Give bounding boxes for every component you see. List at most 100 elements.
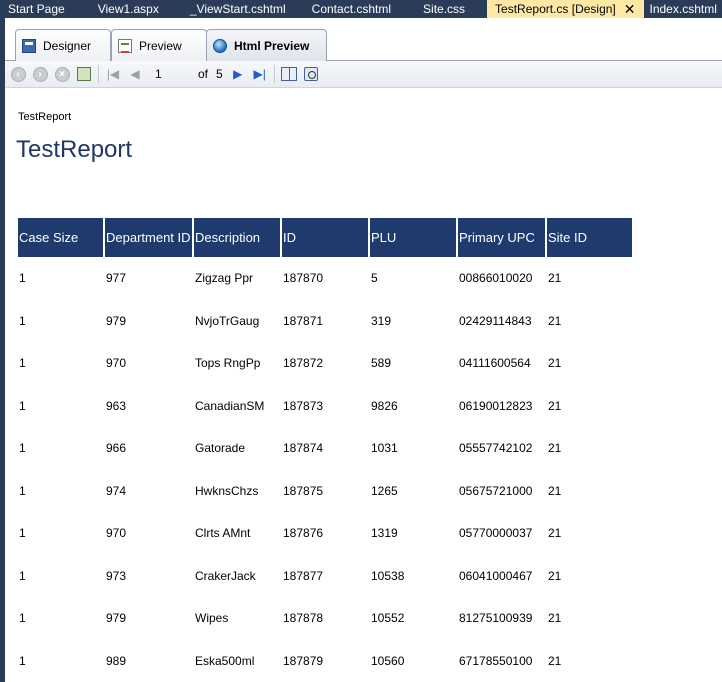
next-page-button[interactable]: ▶ [227, 63, 249, 85]
table-row: 1 979 NvjoTrGaug 187871 319 02429114843 21 [18, 300, 634, 343]
forward-button[interactable]: › [29, 63, 51, 85]
table-cell: 06041000467 [459, 568, 533, 583]
table-cell: 21 [548, 271, 562, 286]
table-cell: 187878 [283, 611, 324, 626]
table-cell: 589 [371, 356, 392, 371]
doc-tab-site-css[interactable]: Site.css [399, 0, 487, 18]
table-cell: 21 [548, 568, 562, 583]
table-cell: 1 [19, 398, 26, 413]
report-header-label: TestReport [18, 111, 72, 123]
doc-tab-contact[interactable]: Contact.cshtml [294, 0, 399, 18]
table-cell: 187870 [283, 271, 324, 286]
tab-designer[interactable]: Designer [15, 29, 111, 61]
table-cell: 1 [19, 483, 26, 498]
find-icon [303, 67, 318, 81]
table-cell: 21 [548, 653, 562, 668]
designer-icon [22, 38, 36, 53]
toolbar-separator [273, 65, 275, 83]
table-cell: 1 [19, 526, 26, 541]
back-icon: ‹ [10, 66, 26, 82]
table-cell: CanadianSM [195, 398, 265, 413]
table-row: 1 966 Gatorade 187874 1031 05557742102 21 [18, 427, 634, 470]
doc-tab-start-page[interactable]: Start Page [0, 0, 73, 18]
report-title: TestReport [16, 136, 133, 163]
table-cell: 187876 [283, 526, 324, 541]
previous-page-icon: ◀ [130, 67, 140, 81]
table-cell: 1 [19, 611, 26, 626]
last-page-button[interactable]: ▶| [249, 63, 271, 85]
first-page-button[interactable]: |◀ [102, 63, 124, 85]
table-cell: 187875 [283, 483, 324, 498]
table-row: 1 970 Clrts AMnt 187876 1319 05770000037 21 [18, 512, 634, 555]
table-row: 1 989 Eska500ml 187879 10560 67178550100 21 [18, 640, 634, 682]
previous-page-button[interactable]: ◀ [124, 63, 146, 85]
doc-tab-viewstart[interactable]: _ViewStart.cshtml [167, 0, 294, 18]
table-cell: 00866010020 [459, 271, 533, 286]
table-cell: 10538 [371, 568, 405, 583]
table-cell: 05770000037 [459, 526, 533, 541]
tab-designer-label: Designer [43, 38, 92, 53]
next-page-icon: ▶ [233, 67, 243, 81]
table-cell: 21 [548, 313, 562, 328]
table-cell: 81275100939 [459, 611, 533, 626]
table-cell: 187872 [283, 356, 324, 371]
document-tab-strip: Start Page View1.aspx _ViewStart.cshtml … [0, 0, 722, 18]
total-pages: 5 [216, 67, 223, 81]
document-map-button[interactable] [278, 63, 300, 85]
table-cell: 1 [19, 313, 26, 328]
table-cell: 977 [106, 271, 127, 286]
table-cell: 1 [19, 568, 26, 583]
table-cell: 21 [548, 483, 562, 498]
refresh-button[interactable] [73, 63, 95, 85]
table-cell: Wipes [195, 611, 229, 626]
table-cell: 05675721000 [459, 483, 533, 498]
back-button[interactable]: ‹ [7, 63, 29, 85]
table-cell: 1 [19, 653, 26, 668]
table-cell: 02429114843 [459, 313, 532, 328]
table-cell: 1319 [371, 526, 398, 541]
doc-tab-view1[interactable]: View1.aspx [73, 0, 167, 18]
table-cell: 21 [548, 398, 562, 413]
table-cell: 319 [371, 313, 392, 328]
report-table: Case Size Department ID Description ID P… [18, 218, 634, 682]
tab-html-preview[interactable]: Html Preview [206, 29, 327, 62]
table-cell: 1031 [371, 441, 398, 456]
table-cell: 21 [548, 356, 562, 371]
table-cell: NvjoTrGaug [195, 313, 260, 328]
column-header-department-id: Department ID [105, 218, 194, 257]
table-cell: 1 [19, 441, 26, 456]
column-header-primary-upc: Primary UPC [458, 218, 547, 257]
document-map-icon [280, 67, 297, 81]
close-icon[interactable]: ✕ [624, 2, 636, 16]
table-cell: Tops RngPp [195, 356, 261, 371]
table-cell: 974 [106, 483, 127, 498]
table-cell: 21 [548, 611, 562, 626]
table-cell: 21 [548, 526, 562, 541]
table-cell: 966 [106, 441, 127, 456]
table-cell: 979 [106, 313, 127, 328]
table-header-row: Case Size Department ID Description ID P… [18, 218, 634, 257]
column-header-id: ID [282, 218, 370, 257]
page-number-input[interactable] [150, 64, 188, 84]
table-cell: 05557742102 [459, 441, 533, 456]
table-cell: 06190012823 [459, 398, 533, 413]
toolbar-separator [98, 65, 99, 83]
of-label: of [198, 67, 209, 81]
find-button[interactable] [300, 63, 322, 85]
table-cell: 1 [19, 356, 26, 371]
doc-tab-index[interactable]: Index.cshtml [644, 0, 722, 18]
stop-icon: × [54, 66, 70, 82]
table-cell: 187873 [283, 398, 324, 413]
stop-button[interactable]: × [51, 63, 73, 85]
tab-preview[interactable]: Preview [111, 29, 207, 61]
table-cell: 973 [106, 568, 127, 583]
column-header-site-id: Site ID [547, 218, 634, 257]
forward-icon: › [32, 66, 48, 82]
doc-tab-testreport-design[interactable]: TestReport.cs [Design] ✕ [487, 0, 644, 18]
globe-icon [213, 39, 227, 53]
tab-html-preview-label: Html Preview [234, 39, 310, 53]
table-cell: 1 [19, 271, 26, 286]
table-cell: 187879 [283, 653, 324, 668]
table-cell: CrakerJack [195, 568, 256, 583]
view-tab-strip: Designer Preview Html Preview [5, 18, 722, 62]
